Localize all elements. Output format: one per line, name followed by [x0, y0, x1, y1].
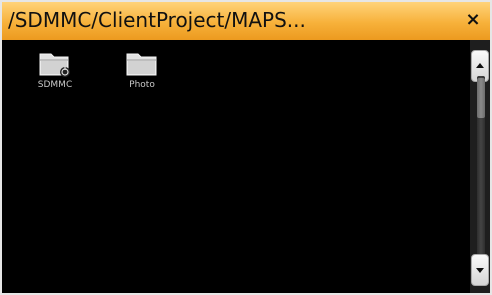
- scroll-thumb[interactable]: [477, 78, 485, 118]
- close-icon[interactable]: ×: [464, 11, 482, 29]
- file-browser-window: /SDMMC/ClientProject/MAPS... × SDMMC Pho…: [2, 2, 490, 293]
- folder-label: SDMMC: [37, 80, 73, 90]
- scroll-down-button[interactable]: [471, 254, 489, 286]
- folder-icon: [126, 53, 157, 76]
- arrow-up-icon: [476, 63, 484, 68]
- sd-card-folder-icon: [39, 53, 70, 77]
- folder-item-photo[interactable]: Photo: [112, 50, 172, 91]
- path-title: /SDMMC/ClientProject/MAPS...: [8, 8, 306, 32]
- folder-item-sdmmc[interactable]: SDMMC: [25, 50, 85, 91]
- file-grid: SDMMC Photo: [2, 40, 470, 293]
- folder-label: Photo: [129, 80, 155, 90]
- vertical-scrollbar[interactable]: [470, 40, 490, 293]
- title-bar: /SDMMC/ClientProject/MAPS... ×: [2, 2, 490, 40]
- arrow-down-icon: [476, 268, 484, 273]
